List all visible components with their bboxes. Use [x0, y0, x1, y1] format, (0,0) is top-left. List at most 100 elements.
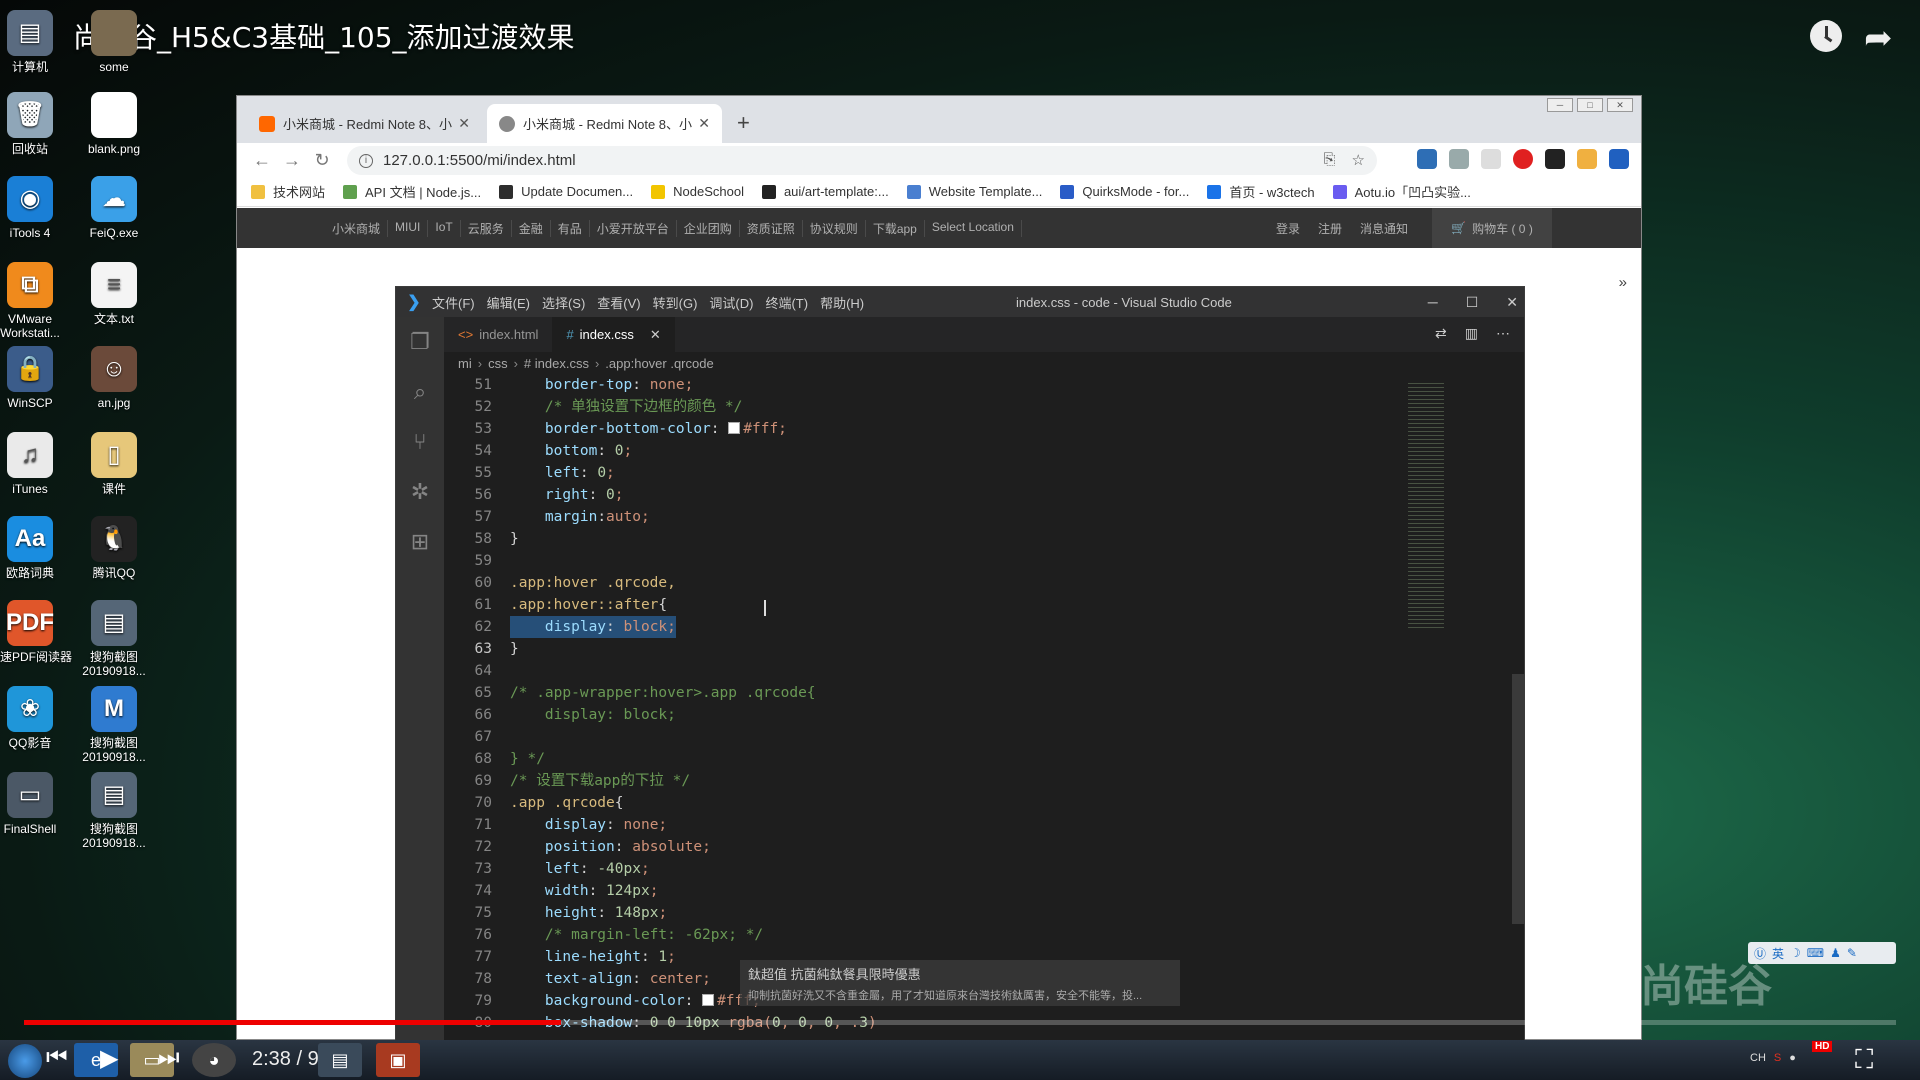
ime-mode-label[interactable]: 英	[1772, 945, 1784, 962]
close-tab-icon[interactable]: ✕	[650, 327, 661, 343]
previous-icon[interactable]: ⏮	[46, 1044, 68, 1072]
desktop-icon[interactable]: ▤ 搜狗截图 20190918...	[69, 772, 159, 850]
desktop-icon[interactable]: ❀ QQ影音	[0, 686, 75, 750]
code-line[interactable]: 62 display: block;	[444, 616, 1524, 638]
menu-item[interactable]: 选择(S)	[542, 296, 585, 311]
bookmark-star-icon[interactable]: ☆	[1352, 151, 1365, 169]
desktop-icon[interactable]: ▭ FinalShell	[0, 772, 75, 836]
site-nav-link[interactable]: 资质证照	[740, 219, 803, 237]
ad-popup[interactable]: 鈦超值 抗菌純鈦餐具限時優惠 抑制抗菌好洗又不含重金屬，用了才知道原來台灣技術鈦…	[740, 960, 1180, 1006]
code-line[interactable]: 68} */	[444, 748, 1524, 770]
bookmark-item[interactable]: Aotu.io「凹凸实验...	[1332, 182, 1471, 201]
desktop-icon[interactable]: ▯ 课件	[69, 432, 159, 496]
desktop-icon[interactable]: blank.png	[69, 92, 159, 156]
explorer-icon[interactable]: ❐	[396, 317, 444, 367]
more-bookmarks-icon[interactable]: »	[1619, 274, 1627, 291]
extensions-icon[interactable]: ⊞	[396, 517, 444, 567]
desktop-icon[interactable]: M 搜狗截图 20190918...	[69, 686, 159, 764]
extension-icon[interactable]	[1417, 149, 1437, 169]
editor-tab[interactable]: <> index.html	[444, 317, 552, 352]
ime-keyboard-icon[interactable]: ⌨	[1807, 946, 1824, 960]
editor-tab[interactable]: # index.css ✕	[552, 317, 675, 352]
ime-user-icon[interactable]: ♟	[1830, 946, 1841, 960]
browser-tab-active[interactable]: 小米商城 - Redmi Note 8、小米... ✕	[487, 104, 722, 143]
language-indicator[interactable]: CH	[1750, 1052, 1766, 1064]
site-nav-link[interactable]: 有品	[551, 219, 590, 237]
code-line[interactable]: 73 left: -40px;	[444, 858, 1524, 880]
close-window-icon[interactable]: ✕	[1607, 98, 1633, 112]
desktop-icon[interactable]: ⧉ VMware Workstati...	[0, 262, 75, 340]
extension-icon[interactable]	[1577, 149, 1597, 169]
ime-settings-icon[interactable]: ✎	[1847, 946, 1857, 960]
maximize-icon[interactable]: □	[1577, 98, 1603, 112]
code-line[interactable]: 63}	[444, 638, 1524, 660]
desktop-icon[interactable]: ◉ iTools 4	[0, 176, 75, 240]
breadcrumb-item[interactable]: css	[488, 356, 508, 371]
desktop-icon[interactable]: ▤ 搜狗截图 20190918...	[69, 600, 159, 678]
cart-button[interactable]: 🛒 购物车 ( 0 )	[1432, 208, 1552, 248]
search-icon[interactable]: ⌕	[396, 367, 444, 417]
bookmark-item[interactable]: Website Template...	[906, 184, 1042, 199]
bookmark-item[interactable]: API 文档 | Node.js...	[343, 182, 481, 201]
breadcrumb-item[interactable]: # index.css	[524, 356, 589, 371]
site-nav-link[interactable]: 小米商城	[325, 219, 389, 237]
site-nav-link[interactable]: 企业团购	[677, 219, 740, 237]
watch-later-icon[interactable]	[1810, 20, 1842, 52]
menu-item[interactable]: 帮助(H)	[820, 296, 864, 311]
code-line[interactable]: 58}	[444, 528, 1524, 550]
ime-toolbar[interactable]: Ⓤ 英 ☽ ⌨ ♟ ✎	[1748, 942, 1896, 964]
bookmark-item[interactable]: 首页 - w3ctech	[1207, 182, 1315, 201]
address-bar[interactable]: i 127.0.0.1:5500/mi/index.html ⎘ ☆	[347, 146, 1377, 175]
site-nav-link[interactable]: 协议规则	[803, 219, 866, 237]
bookmark-item[interactable]: aui/art-template:...	[761, 184, 889, 199]
site-nav-link[interactable]: 注册	[1309, 220, 1351, 237]
menu-item[interactable]: 查看(V)	[597, 296, 640, 311]
code-line[interactable]: 56 right: 0;	[444, 484, 1524, 506]
extension-icon[interactable]	[1513, 149, 1533, 169]
ime-moon-icon[interactable]: ☽	[1790, 946, 1801, 960]
play-icon[interactable]: ▶	[100, 1044, 118, 1073]
site-nav-link[interactable]: 小爱开放平台	[590, 219, 677, 237]
bookmark-item[interactable]: QuirksMode - for...	[1060, 184, 1189, 199]
split-editor-icon[interactable]: ▥	[1465, 325, 1478, 342]
taskbar-app-icon[interactable]: ▣	[376, 1043, 420, 1077]
code-line[interactable]: 60 .app:hover .qrcode,	[444, 572, 1524, 594]
menu-item[interactable]: 终端(T)	[765, 296, 808, 311]
more-actions-icon[interactable]: ⋯	[1496, 325, 1510, 342]
desktop-icon[interactable]: ☁ FeiQ.exe	[69, 176, 159, 240]
code-line[interactable]: 57 margin:auto;	[444, 506, 1524, 528]
site-nav-link[interactable]: 消息通知	[1351, 220, 1417, 237]
source-control-icon[interactable]: ⑂	[396, 417, 444, 467]
code-line[interactable]: 61 .app:hover::after{	[444, 594, 1524, 616]
desktop-icon[interactable]: some	[69, 10, 159, 74]
fullscreen-icon[interactable]: ⛶	[1855, 1044, 1873, 1076]
code-line[interactable]: 69 /* 设置下载app的下拉 */	[444, 770, 1524, 792]
code-line[interactable]: 72 position: absolute;	[444, 836, 1524, 858]
desktop-icon[interactable]: Aa 欧路词典	[0, 516, 75, 580]
site-nav-link[interactable]: 金融	[512, 219, 551, 237]
menu-item[interactable]: 编辑(E)	[487, 296, 530, 311]
desktop-icon[interactable]: PDF 极速PDF阅读器	[0, 600, 75, 664]
minimize-icon[interactable]: ─	[1428, 294, 1438, 311]
code-line[interactable]: 59	[444, 550, 1524, 572]
code-editor[interactable]: 51 border-top: none; 52 /* 单独设置下边框的颜色 */5…	[444, 374, 1524, 1045]
site-nav-link[interactable]: Select Location	[925, 219, 1022, 237]
site-nav-link[interactable]: IoT	[428, 219, 461, 237]
extension-icon[interactable]	[1449, 149, 1469, 169]
minimize-icon[interactable]: ─	[1547, 98, 1573, 112]
code-line[interactable]: 75 height: 148px;	[444, 902, 1524, 924]
code-line[interactable]: 74 width: 124px;	[444, 880, 1524, 902]
code-line[interactable]: 67	[444, 726, 1524, 748]
code-line[interactable]: 64	[444, 660, 1524, 682]
code-line[interactable]: 76 /* margin-left: -62px; */	[444, 924, 1524, 946]
code-line[interactable]: 65 /* .app-wrapper:hover>.app .qrcode{	[444, 682, 1524, 704]
menu-item[interactable]: 转到(G)	[653, 296, 698, 311]
share-icon[interactable]: ➦	[1864, 18, 1893, 58]
chrome-taskbar-icon[interactable]: ◕	[192, 1043, 236, 1077]
code-line[interactable]: 52 /* 单独设置下边框的颜色 */	[444, 396, 1524, 418]
site-info-icon[interactable]: i	[359, 153, 373, 168]
back-icon[interactable]: ←	[247, 150, 277, 171]
extension-icon[interactable]	[1609, 149, 1629, 169]
video-progress-bar[interactable]	[24, 1020, 1896, 1025]
translate-icon[interactable]: ⎘	[1324, 151, 1336, 169]
